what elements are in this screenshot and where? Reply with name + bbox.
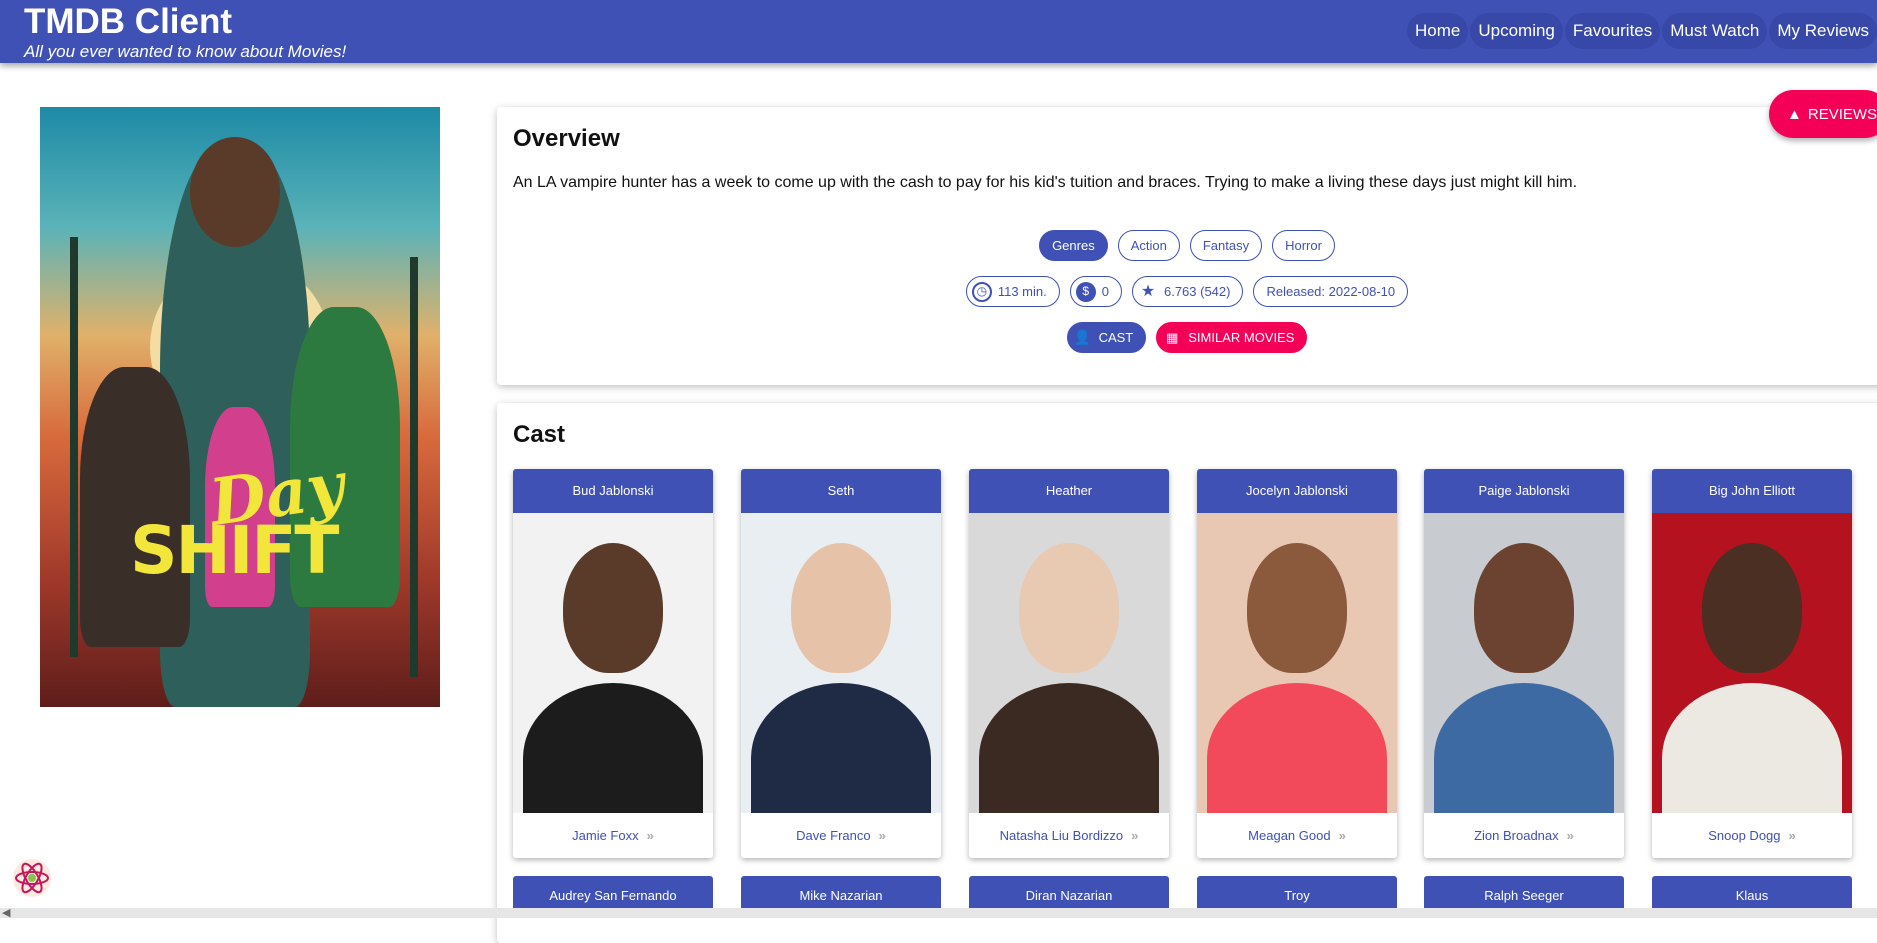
cast-member-card[interactable]: Big John Elliott Snoop Dogg » [1652, 469, 1852, 858]
overview-card: Overview An LA vampire hunter has a week… [497, 107, 1877, 385]
actor-name: Jamie Foxx [572, 828, 639, 843]
movie-poster: Day SHIFT [40, 107, 440, 707]
nav-must-watch-button[interactable]: Must Watch [1662, 13, 1768, 49]
cast-photo [1197, 513, 1397, 813]
cast-role: Bud Jablonski [513, 469, 713, 513]
double-chevron-right-icon: » [1338, 828, 1346, 843]
photo-head [563, 543, 663, 673]
genre-chips: Genres Action Fantasy Horror [497, 230, 1877, 261]
cast-actor-link[interactable]: Zion Broadnax » [1424, 813, 1624, 858]
poster-figure [80, 367, 190, 647]
clock-icon: ◷ [971, 281, 992, 302]
cast-member-card[interactable]: Seth Dave Franco » [741, 469, 941, 858]
rating-chip: ★ 6.763 (542) [1131, 276, 1244, 307]
film-icon: ▦ [1166, 330, 1179, 345]
actor-name: Zion Broadnax [1474, 828, 1559, 843]
photo-body [979, 683, 1159, 813]
photo-body [523, 683, 703, 813]
genre-chip[interactable]: Fantasy [1189, 230, 1263, 261]
genre-chip[interactable]: Horror [1272, 230, 1335, 261]
actor-name: Snoop Dogg [1708, 828, 1781, 843]
app-title: TMDB Client [24, 2, 233, 41]
cast-heading: Cast [513, 421, 566, 448]
poster-head [190, 137, 280, 247]
dollar-icon: $ [1075, 281, 1096, 302]
photo-head [1474, 543, 1574, 673]
genre-chip[interactable]: Action [1117, 230, 1180, 261]
revenue-chip: $ 0 [1069, 276, 1122, 307]
genres-label-chip: Genres [1039, 230, 1108, 261]
double-chevron-right-icon: » [1788, 828, 1796, 843]
cast-member-card[interactable]: Paige Jablonski Zion Broadnax » [1424, 469, 1624, 858]
double-chevron-right-icon: » [878, 828, 886, 843]
scroll-left-icon[interactable]: ◀ [2, 906, 10, 919]
cast-actor-link[interactable]: Snoop Dogg » [1652, 813, 1852, 858]
photo-head [791, 543, 891, 673]
cast-role: Seth [741, 469, 941, 513]
photo-body [1434, 683, 1614, 813]
app-bar: TMDB Client All you ever wanted to know … [0, 0, 1877, 63]
photo-body [751, 683, 931, 813]
cast-role: Paige Jablonski [1424, 469, 1624, 513]
photo-body [1662, 683, 1842, 813]
cast-photo [741, 513, 941, 813]
cast-role: Big John Elliott [1652, 469, 1852, 513]
cast-button[interactable]: 👤 CAST [1066, 322, 1147, 353]
nav-my-reviews-button[interactable]: My Reviews [1769, 13, 1877, 49]
double-chevron-right-icon: » [1131, 828, 1139, 843]
cast-actor-link[interactable]: Natasha Liu Bordizzo » [969, 813, 1169, 858]
poster-palm [410, 257, 418, 677]
cast-role: Heather [969, 469, 1169, 513]
double-chevron-right-icon: » [646, 828, 654, 843]
person-icon: 👤 [1073, 329, 1092, 345]
reviews-fab[interactable]: ▲ REVIEWS [1769, 90, 1877, 138]
cast-role: Jocelyn Jablonski [1197, 469, 1397, 513]
cast-actor-link[interactable]: Meagan Good » [1197, 813, 1397, 858]
cast-member-card[interactable]: Heather Natasha Liu Bordizzo » [969, 469, 1169, 858]
overview-heading: Overview [513, 125, 620, 152]
cast-member-card[interactable]: Jocelyn Jablonski Meagan Good » [1197, 469, 1397, 858]
revenue-value: 0 [1101, 284, 1109, 299]
nav-home-button[interactable]: Home [1406, 13, 1469, 49]
react-devtools-icon[interactable] [12, 858, 52, 898]
release-chip: Released: 2022-08-10 [1253, 276, 1409, 307]
actor-name: Natasha Liu Bordizzo [999, 828, 1124, 843]
stats-chips: ◷ 113 min. $ 0 ★ 6.763 (542) Released: 2… [497, 276, 1877, 307]
photo-body [1207, 683, 1387, 813]
cast-actor-link[interactable]: Dave Franco » [741, 813, 941, 858]
cast-button-label: CAST [1098, 330, 1134, 345]
poster-palm [70, 237, 78, 657]
cast-photo [969, 513, 1169, 813]
rating-value: 6.763 (542) [1163, 284, 1231, 299]
photo-head [1019, 543, 1119, 673]
cast-actor-link[interactable]: Jamie Foxx » [513, 813, 713, 858]
double-chevron-right-icon: » [1566, 828, 1574, 843]
cast-member-card[interactable]: Bud Jablonski Jamie Foxx » [513, 469, 713, 858]
horizontal-scrollbar[interactable] [0, 908, 1877, 918]
navigation-icon: ▲ [1787, 105, 1802, 123]
cast-photo [1424, 513, 1624, 813]
star-icon: ★ [1140, 283, 1156, 300]
actor-name: Dave Franco [796, 828, 871, 843]
overview-text: An LA vampire hunter has a week to come … [513, 174, 1578, 191]
cast-photo [1652, 513, 1852, 813]
photo-head [1702, 543, 1802, 673]
app-tagline: All you ever wanted to know about Movies… [24, 42, 347, 61]
similar-movies-button[interactable]: ▦ SIMILAR MOVIES [1156, 322, 1308, 353]
similar-movies-label: SIMILAR MOVIES [1188, 330, 1295, 345]
nav-favourites-button[interactable]: Favourites [1564, 13, 1661, 49]
action-chips: 👤 CAST ▦ SIMILAR MOVIES [497, 322, 1877, 353]
runtime-value: 113 min. [997, 284, 1047, 299]
actor-name: Meagan Good [1248, 828, 1331, 843]
main-nav: Home Upcoming Favourites Must Watch My R… [1406, 13, 1877, 49]
runtime-chip: ◷ 113 min. [965, 276, 1060, 307]
poster-title-shift: SHIFT [130, 512, 339, 589]
reviews-fab-label: REVIEWS [1807, 105, 1877, 123]
cast-photo [513, 513, 713, 813]
photo-head [1247, 543, 1347, 673]
nav-upcoming-button[interactable]: Upcoming [1470, 13, 1563, 49]
